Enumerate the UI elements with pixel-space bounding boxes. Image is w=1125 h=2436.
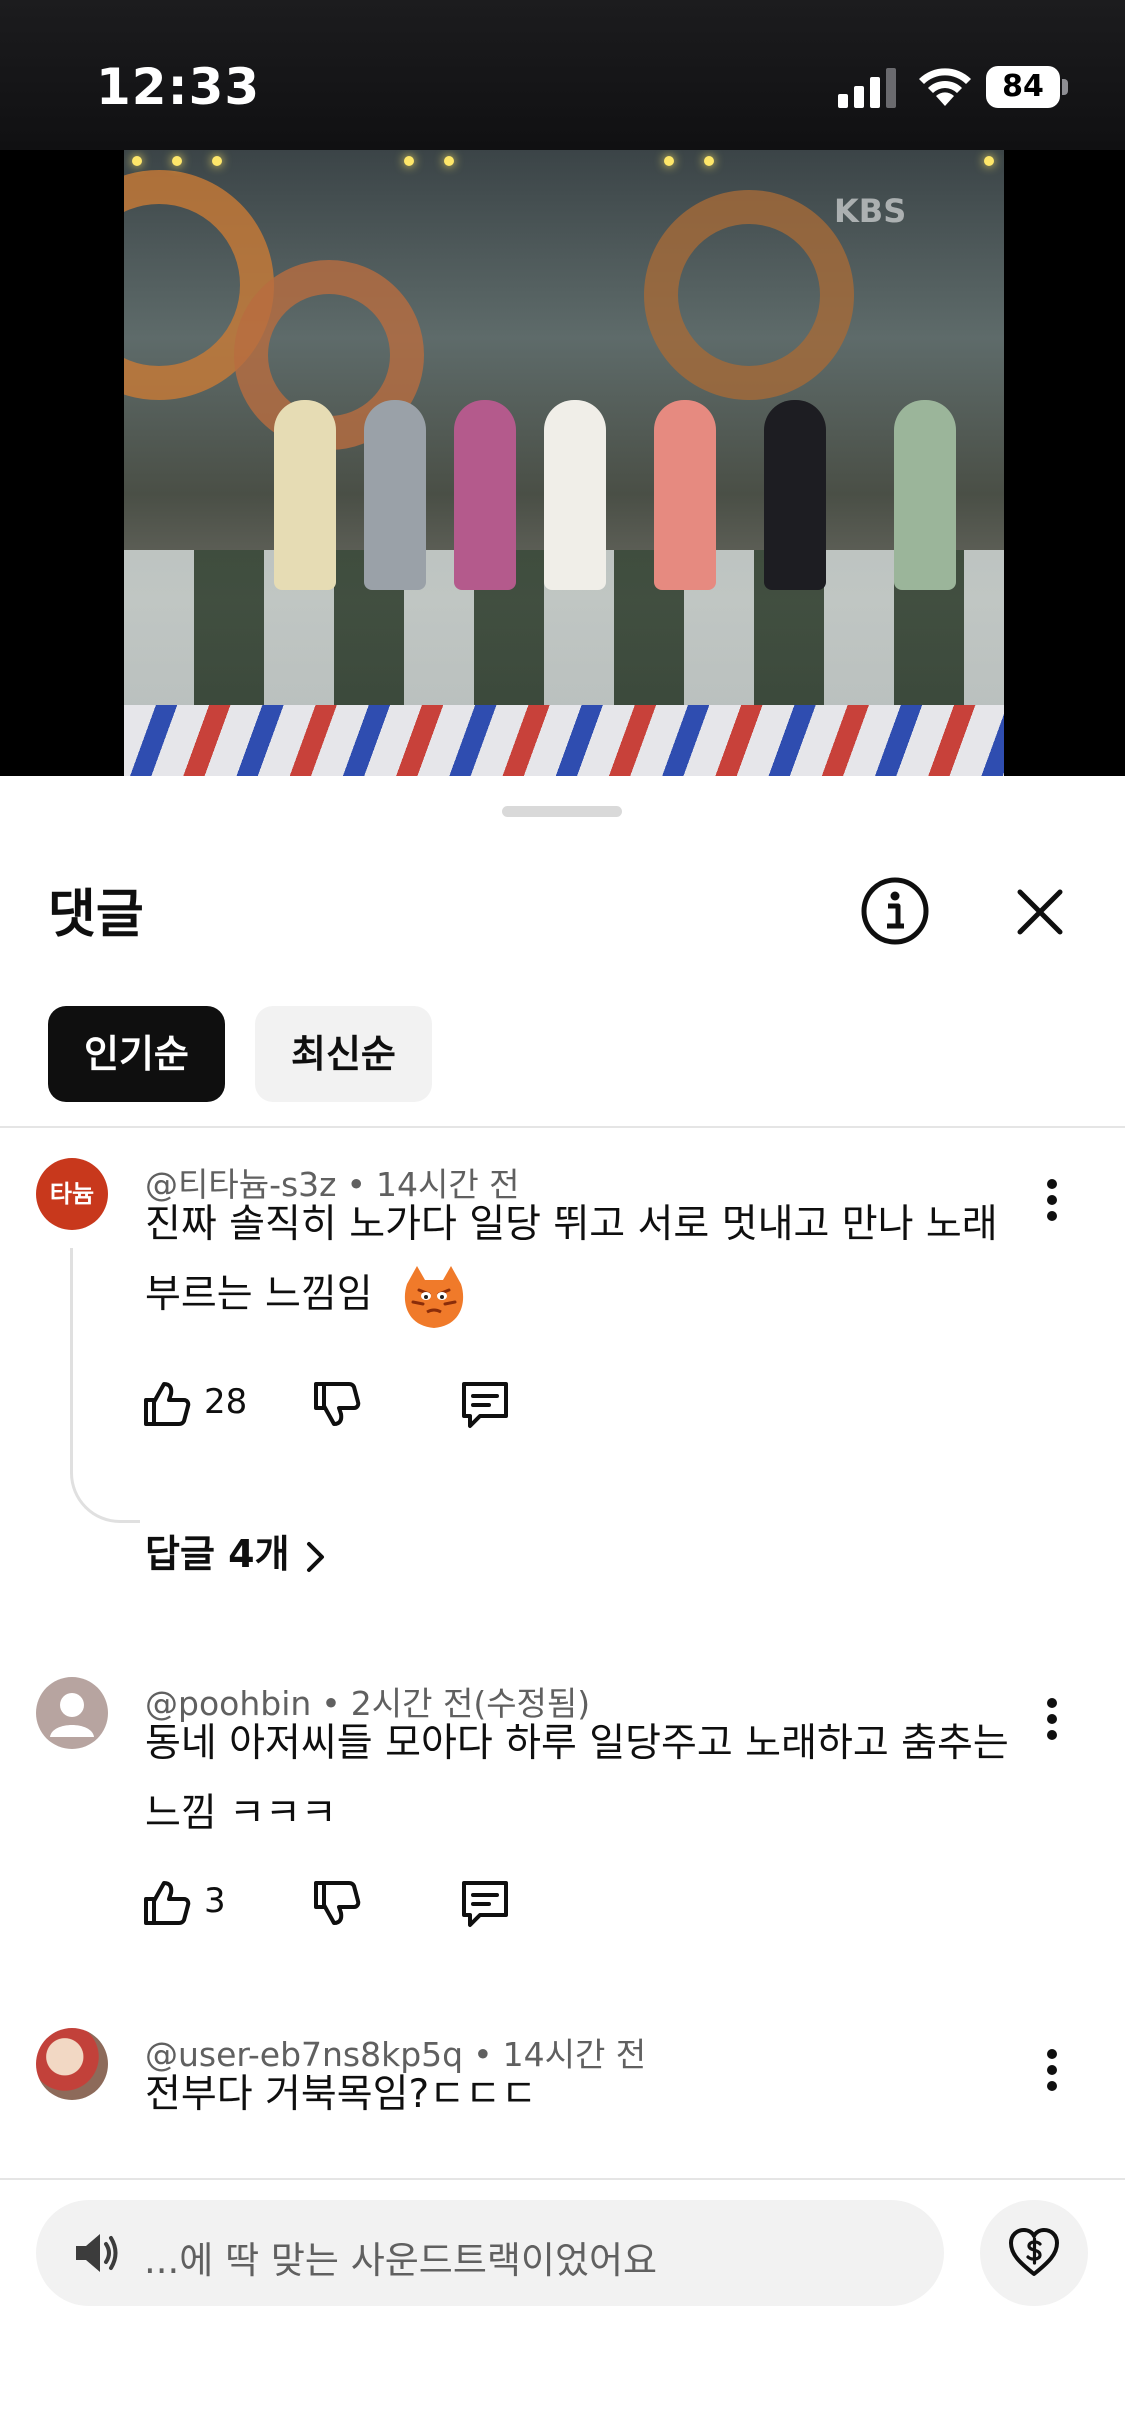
view-replies-button[interactable]: 답글 4개 bbox=[145, 1523, 328, 1578]
dislike-button[interactable] bbox=[310, 1368, 370, 1438]
video-player[interactable]: KBS bbox=[0, 150, 1125, 776]
reply-icon bbox=[462, 1881, 508, 1927]
like-button[interactable]: 3 bbox=[140, 1867, 280, 1937]
drag-handle[interactable] bbox=[502, 806, 622, 817]
cellular-signal-icon bbox=[838, 68, 896, 108]
comment-text: 전부다 거북목임?ㄷㄷㄷ bbox=[145, 2072, 537, 2117]
reply-icon bbox=[462, 1382, 508, 1428]
tiger-emoji-icon bbox=[404, 1265, 464, 1328]
like-count: 28 bbox=[204, 1382, 248, 1422]
reply-button[interactable] bbox=[458, 1368, 518, 1438]
dislike-button[interactable] bbox=[310, 1867, 370, 1937]
heart-dollar-icon bbox=[1009, 2228, 1059, 2276]
comment-input-placeholder: ...에 딱 맞는 사운드트랙이었어요 bbox=[144, 2239, 658, 2282]
sort-chip-newest[interactable]: 최신순 bbox=[255, 1006, 432, 1102]
comment-more-button[interactable] bbox=[1032, 2040, 1072, 2100]
avatar[interactable] bbox=[36, 1677, 108, 1749]
comment-item: @user-eb7ns8kp5q • 14시간 전 전부다 거북목임?ㄷㄷㄷ bbox=[0, 2028, 1125, 2148]
like-count: 3 bbox=[204, 1881, 226, 1921]
close-icon[interactable] bbox=[1010, 882, 1070, 942]
reply-thread-line bbox=[70, 1248, 140, 1523]
comment-input[interactable]: ...에 딱 맞는 사운드트랙이었어요 bbox=[36, 2200, 944, 2306]
avatar[interactable]: 타늄 bbox=[36, 1158, 108, 1230]
more-vert-icon bbox=[1047, 1698, 1057, 1740]
sort-chip-top[interactable]: 인기순 bbox=[48, 1006, 225, 1102]
thumb-up-icon bbox=[144, 1881, 191, 1925]
comment-more-button[interactable] bbox=[1032, 1170, 1072, 1230]
video-frame: KBS bbox=[124, 150, 1004, 776]
comment-item: @poohbin • 2시간 전(수정됨) 동네 아저씨들 모아다 하루 일당주고 … bbox=[0, 1677, 1125, 1977]
chevron-right-icon bbox=[306, 1541, 324, 1572]
comment-text: 진짜 솔직히 노가다 일당 뛰고 서로 멋내고 만나 노래 부르는 느낌임 bbox=[145, 1190, 1025, 1332]
battery-indicator: 84 bbox=[986, 66, 1068, 108]
thumb-up-icon bbox=[144, 1382, 191, 1426]
composer-divider bbox=[0, 2178, 1125, 2180]
status-time: 12:33 bbox=[96, 58, 261, 116]
more-vert-icon bbox=[1047, 2049, 1057, 2091]
comments-sheet: 댓글 인기순 최신순 타늄 @티타늄-s3z • 14시간 전 진짜 솔직히 노가다… bbox=[0, 782, 1125, 2436]
info-icon[interactable] bbox=[860, 876, 930, 946]
more-vert-icon bbox=[1047, 1179, 1057, 1221]
divider bbox=[0, 1126, 1125, 1128]
comment-text: 동네 아저씨들 모아다 하루 일당주고 노래하고 춤추는 느낌 ㅋㅋㅋ bbox=[145, 1721, 1009, 1836]
avatar[interactable] bbox=[36, 2028, 108, 2100]
speaker-icon bbox=[76, 2234, 118, 2272]
reply-button[interactable] bbox=[458, 1867, 518, 1937]
thumb-down-icon bbox=[314, 1382, 361, 1426]
comment-more-button[interactable] bbox=[1032, 1689, 1072, 1749]
status-bar: 12:33 84 bbox=[0, 0, 1125, 150]
wifi-icon bbox=[919, 68, 971, 106]
super-thanks-button[interactable] bbox=[980, 2200, 1088, 2306]
battery-level: 84 bbox=[1002, 69, 1044, 104]
comments-title: 댓글 bbox=[48, 885, 144, 945]
default-avatar-icon bbox=[50, 1693, 94, 1737]
comment-item: 타늄 @티타늄-s3z • 14시간 전 진짜 솔직히 노가다 일당 뛰고 서로 멋… bbox=[0, 1158, 1125, 1578]
thumb-down-icon bbox=[314, 1881, 361, 1925]
like-button[interactable]: 28 bbox=[140, 1368, 280, 1438]
channel-logo: KBS bbox=[834, 192, 907, 230]
